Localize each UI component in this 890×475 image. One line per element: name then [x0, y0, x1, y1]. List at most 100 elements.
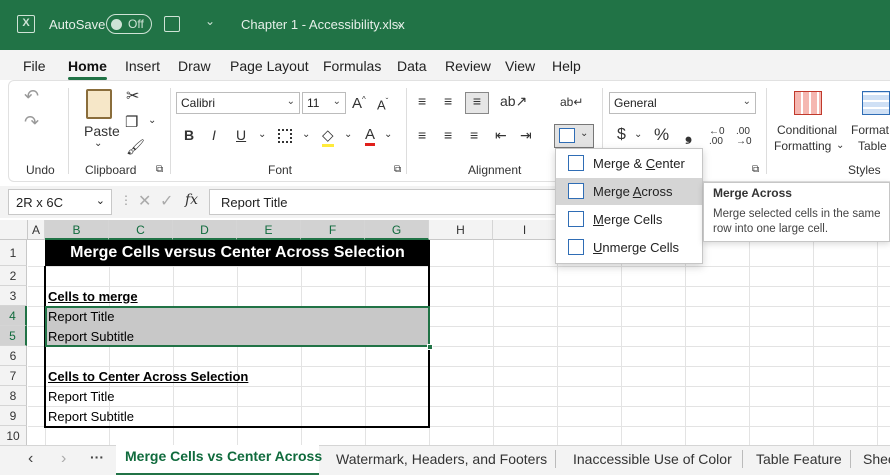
cell-b5[interactable]: Report Subtitle: [48, 329, 134, 344]
column-header-h[interactable]: H: [429, 220, 493, 240]
cell-b7[interactable]: Cells to Center Across Selection: [48, 369, 248, 384]
chevron-down-icon[interactable]: ⌄: [395, 16, 405, 30]
cell-b3[interactable]: Cells to merge: [48, 289, 138, 304]
title-cell[interactable]: Merge Cells versus Center Across Selecti…: [45, 240, 430, 266]
chevron-right-icon[interactable]: ›: [61, 450, 66, 468]
cell-b9[interactable]: Report Subtitle: [48, 409, 134, 424]
column-header-c[interactable]: C: [109, 220, 173, 240]
row-header-8[interactable]: 8: [0, 386, 27, 406]
decrease-decimal-icon[interactable]: .00 →0: [736, 127, 752, 147]
column-header-e[interactable]: E: [237, 220, 301, 240]
merge-center-item[interactable]: Merge & Center: [556, 150, 702, 177]
align-top-icon[interactable]: ≡: [418, 93, 426, 109]
row-header-7[interactable]: 7: [0, 366, 27, 386]
menu-file[interactable]: File: [23, 58, 46, 74]
chevron-down-icon[interactable]: ⌄: [148, 115, 156, 126]
row-header-4[interactable]: 4: [0, 306, 27, 326]
menu-view[interactable]: View: [505, 58, 535, 74]
align-left-icon[interactable]: ≡: [418, 127, 426, 143]
dialog-launcher-icon[interactable]: ⧉: [394, 164, 401, 175]
wrap-text-icon[interactable]: ab↵: [560, 95, 583, 109]
menu-data[interactable]: Data: [397, 58, 427, 74]
more-sheets-icon[interactable]: ···: [90, 449, 104, 465]
merge-center-dropdown-button[interactable]: ⌄: [554, 124, 594, 148]
chevron-left-icon[interactable]: ‹: [28, 450, 33, 468]
undo-icon[interactable]: ↶: [24, 86, 39, 107]
paste-button[interactable]: Paste: [84, 123, 120, 139]
row-header-10[interactable]: 10: [0, 426, 27, 446]
underline-button[interactable]: U: [236, 127, 246, 143]
row-header-2[interactable]: 2: [0, 266, 27, 286]
sheet-tab-watermark[interactable]: Watermark, Headers, and Footers: [336, 451, 547, 467]
bold-button[interactable]: B: [184, 127, 194, 143]
chevron-down-icon[interactable]: ⌄: [384, 129, 392, 140]
format-table-label[interactable]: Format: [851, 123, 889, 137]
format-painter-icon[interactable]: 🖌: [126, 138, 145, 156]
conditional-formatting-label-2[interactable]: Formatting: [774, 139, 831, 153]
cell-b8[interactable]: Report Title: [48, 389, 114, 404]
paste-icon[interactable]: [86, 89, 112, 119]
align-middle-icon[interactable]: ≡: [444, 93, 452, 109]
orientation-icon[interactable]: ab↗: [500, 93, 527, 110]
font-size-combo[interactable]: 11 ⌄: [302, 92, 346, 114]
dialog-launcher-icon[interactable]: ⧉: [752, 164, 759, 175]
row-header-9[interactable]: 9: [0, 406, 27, 426]
sheet-tab-table-feature[interactable]: Table Feature: [756, 451, 842, 467]
conditional-formatting-icon[interactable]: [794, 91, 822, 115]
row-header-1[interactable]: 1: [0, 240, 27, 266]
conditional-formatting-label[interactable]: Conditional: [777, 123, 837, 137]
merge-across-item[interactable]: Merge Across: [556, 178, 702, 205]
row-header-5[interactable]: 5: [0, 326, 27, 346]
menu-page-layout[interactable]: Page Layout: [230, 58, 309, 74]
insert-function-icon[interactable]: fx: [185, 192, 198, 208]
decrease-font-icon[interactable]: Aˇ: [377, 97, 388, 112]
enter-icon[interactable]: ✓: [160, 191, 173, 211]
fill-color-icon[interactable]: ◇: [322, 126, 334, 147]
decrease-indent-icon[interactable]: ⇤: [495, 127, 507, 144]
select-all-corner[interactable]: [0, 220, 28, 240]
chevron-down-icon[interactable]: ⌄: [302, 129, 310, 140]
chevron-down-icon[interactable]: ⌄: [94, 138, 102, 149]
copy-icon[interactable]: ❐: [125, 113, 138, 131]
currency-button[interactable]: $: [617, 126, 626, 144]
cell-b4[interactable]: Report Title: [48, 309, 114, 324]
comma-button[interactable]: ❟: [685, 124, 692, 145]
column-header-g[interactable]: G: [365, 220, 429, 240]
format-table-icon[interactable]: [862, 91, 890, 115]
chevron-down-icon[interactable]: ⌄: [258, 129, 266, 140]
sheet-tab-more[interactable]: Shee: [863, 451, 890, 467]
font-name-combo[interactable]: Calibri ⌄: [176, 92, 300, 114]
font-color-icon[interactable]: A: [365, 126, 376, 146]
chevron-down-icon[interactable]: ⌄: [836, 140, 844, 151]
borders-icon[interactable]: [278, 129, 292, 143]
name-box[interactable]: 2R x 6C ⌄: [8, 189, 112, 215]
sheet-tab-merge-cells[interactable]: Merge Cells vs Center Across: [125, 448, 322, 464]
increase-indent-icon[interactable]: ⇥: [520, 127, 532, 144]
chevron-down-icon[interactable]: ⌄: [634, 129, 642, 140]
merge-cells-item[interactable]: Merge Cells: [556, 206, 702, 233]
redo-icon[interactable]: ↷: [24, 112, 39, 133]
menu-insert[interactable]: Insert: [125, 58, 160, 74]
column-header-d[interactable]: D: [173, 220, 237, 240]
align-right-icon[interactable]: ≡: [470, 127, 478, 143]
menu-formulas[interactable]: Formulas: [323, 58, 381, 74]
sheet-tab-inaccessible-color[interactable]: Inaccessible Use of Color: [573, 451, 732, 467]
more-options-icon[interactable]: ⋮: [120, 193, 132, 207]
cut-icon[interactable]: ✂: [126, 86, 139, 106]
menu-draw[interactable]: Draw: [178, 58, 211, 74]
chevron-down-icon[interactable]: ⌄: [344, 129, 352, 140]
file-title[interactable]: Chapter 1 - Accessibility.xlsx: [241, 17, 405, 32]
unmerge-cells-item[interactable]: Unmerge Cells: [556, 234, 702, 261]
align-bottom-icon[interactable]: ≡: [465, 92, 489, 114]
row-header-3[interactable]: 3: [0, 286, 27, 306]
column-header-i[interactable]: I: [493, 220, 557, 240]
align-center-icon[interactable]: ≡: [444, 127, 452, 143]
number-format-combo[interactable]: General ⌄: [609, 92, 756, 114]
fill-handle[interactable]: [427, 344, 433, 350]
column-header-b[interactable]: B: [45, 220, 109, 240]
column-header-f[interactable]: F: [301, 220, 365, 240]
save-icon[interactable]: [164, 16, 180, 32]
menu-help[interactable]: Help: [552, 58, 581, 74]
dialog-launcher-icon[interactable]: ⧉: [156, 164, 163, 175]
autosave-toggle[interactable]: Off: [106, 14, 152, 34]
